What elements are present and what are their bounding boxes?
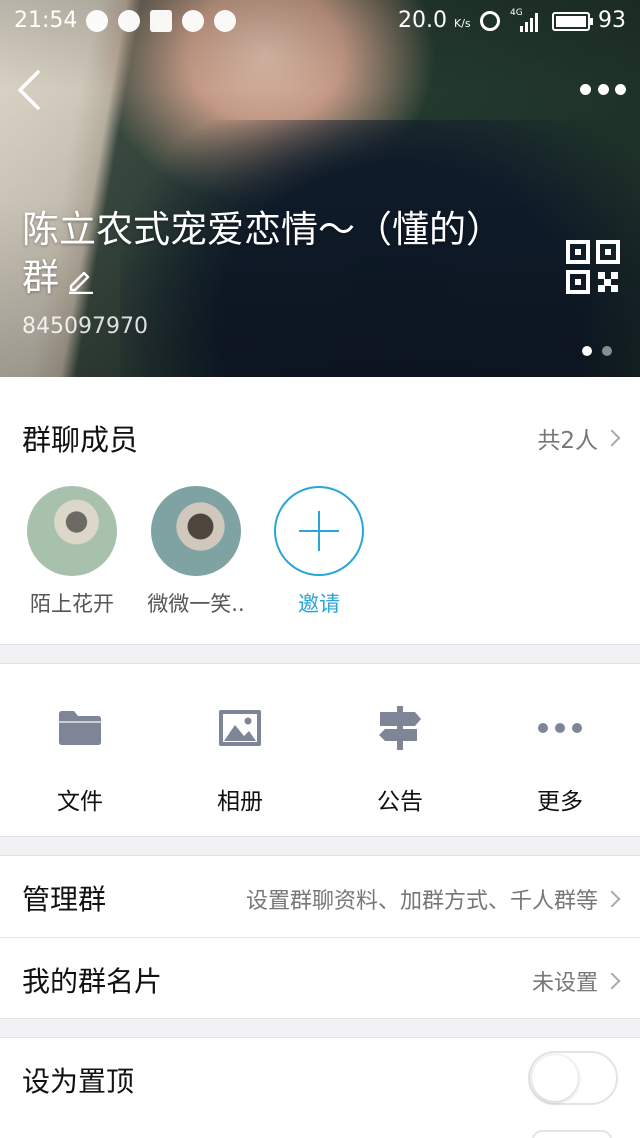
- back-arrow-icon: [18, 70, 40, 110]
- page-indicator: [582, 346, 612, 356]
- avatar: [151, 486, 241, 576]
- chevron-right-icon: [603, 429, 621, 447]
- my-group-card-label: 我的群名片: [22, 965, 163, 998]
- more-dots-icon: [580, 83, 591, 95]
- sync-icon: [86, 10, 108, 32]
- invite-label: 邀请: [298, 592, 340, 616]
- manage-group-label: 管理群: [22, 883, 107, 916]
- photo-icon: [216, 704, 264, 752]
- next-toggle-partial[interactable]: [532, 1130, 612, 1138]
- notification-icons: [86, 10, 236, 32]
- member-name: 陌上花开: [30, 592, 114, 616]
- members-title: 群聊成员: [22, 423, 139, 457]
- chevron-right-icon: [603, 972, 621, 990]
- manage-group-row[interactable]: 管理群 设置群聊资料、加群方式、千人群等: [0, 855, 640, 937]
- toggle-knob: [532, 1055, 578, 1101]
- pin-top-row: 设为置顶: [0, 1037, 640, 1138]
- member-item[interactable]: 微微一笑..: [136, 486, 256, 618]
- signal-icon: [520, 12, 538, 32]
- sync-icon: [214, 10, 236, 32]
- folder-icon: [56, 704, 104, 752]
- member-count-link[interactable]: 共2人: [537, 421, 621, 455]
- alarm-icon: [480, 11, 500, 31]
- more-options-button[interactable]: [580, 80, 626, 98]
- shield-icon: [118, 10, 140, 32]
- action-grid: 文件 相册 公告 更多: [0, 663, 640, 837]
- pin-top-label: 设为置顶: [22, 1065, 135, 1098]
- status-bar: 21:54 20.0 K/s 4G 93: [0, 0, 640, 44]
- invite-button[interactable]: 邀请: [259, 486, 379, 618]
- plus-icon: [274, 486, 364, 576]
- files-button[interactable]: 文件: [0, 664, 160, 836]
- files-label: 文件: [57, 789, 103, 815]
- my-group-card-value: 未设置: [532, 965, 621, 997]
- more-dots-icon: [536, 704, 584, 752]
- group-header: 21:54 20.0 K/s 4G 93 陈立农式宠爱恋情～（懂的）群 8450…: [0, 0, 640, 377]
- chevron-right-icon: [603, 890, 621, 908]
- pin-top-toggle[interactable]: [528, 1051, 618, 1105]
- my-group-card-row[interactable]: 我的群名片 未设置: [0, 937, 640, 1019]
- qr-code-icon[interactable]: [566, 240, 620, 294]
- edit-icon[interactable]: [65, 264, 95, 294]
- album-button[interactable]: 相册: [160, 664, 320, 836]
- battery-icon: [552, 12, 593, 31]
- member-item[interactable]: 陌上花开: [12, 486, 132, 618]
- status-time: 21:54: [14, 8, 78, 33]
- group-number: 845097970: [22, 314, 148, 339]
- network-speed: 20.0 K/s: [398, 8, 471, 33]
- announcement-button[interactable]: 公告: [320, 664, 480, 836]
- image-icon: [150, 10, 172, 32]
- more-button[interactable]: 更多: [480, 664, 640, 836]
- chat-icon: [182, 10, 204, 32]
- avatar: [27, 486, 117, 576]
- manage-group-value: 设置群聊资料、加群方式、千人群等: [246, 883, 621, 915]
- battery-level: 93: [598, 8, 626, 33]
- signpost-icon: [376, 704, 424, 752]
- album-label: 相册: [217, 789, 263, 815]
- announcement-label: 公告: [377, 789, 423, 815]
- back-button[interactable]: [12, 68, 52, 112]
- member-name: 微微一笑..: [147, 592, 245, 616]
- group-name: 陈立农式宠爱恋情～（懂的）群: [22, 208, 485, 299]
- page-dot-active: [582, 346, 592, 356]
- more-label: 更多: [537, 789, 583, 815]
- page-dot: [602, 346, 612, 356]
